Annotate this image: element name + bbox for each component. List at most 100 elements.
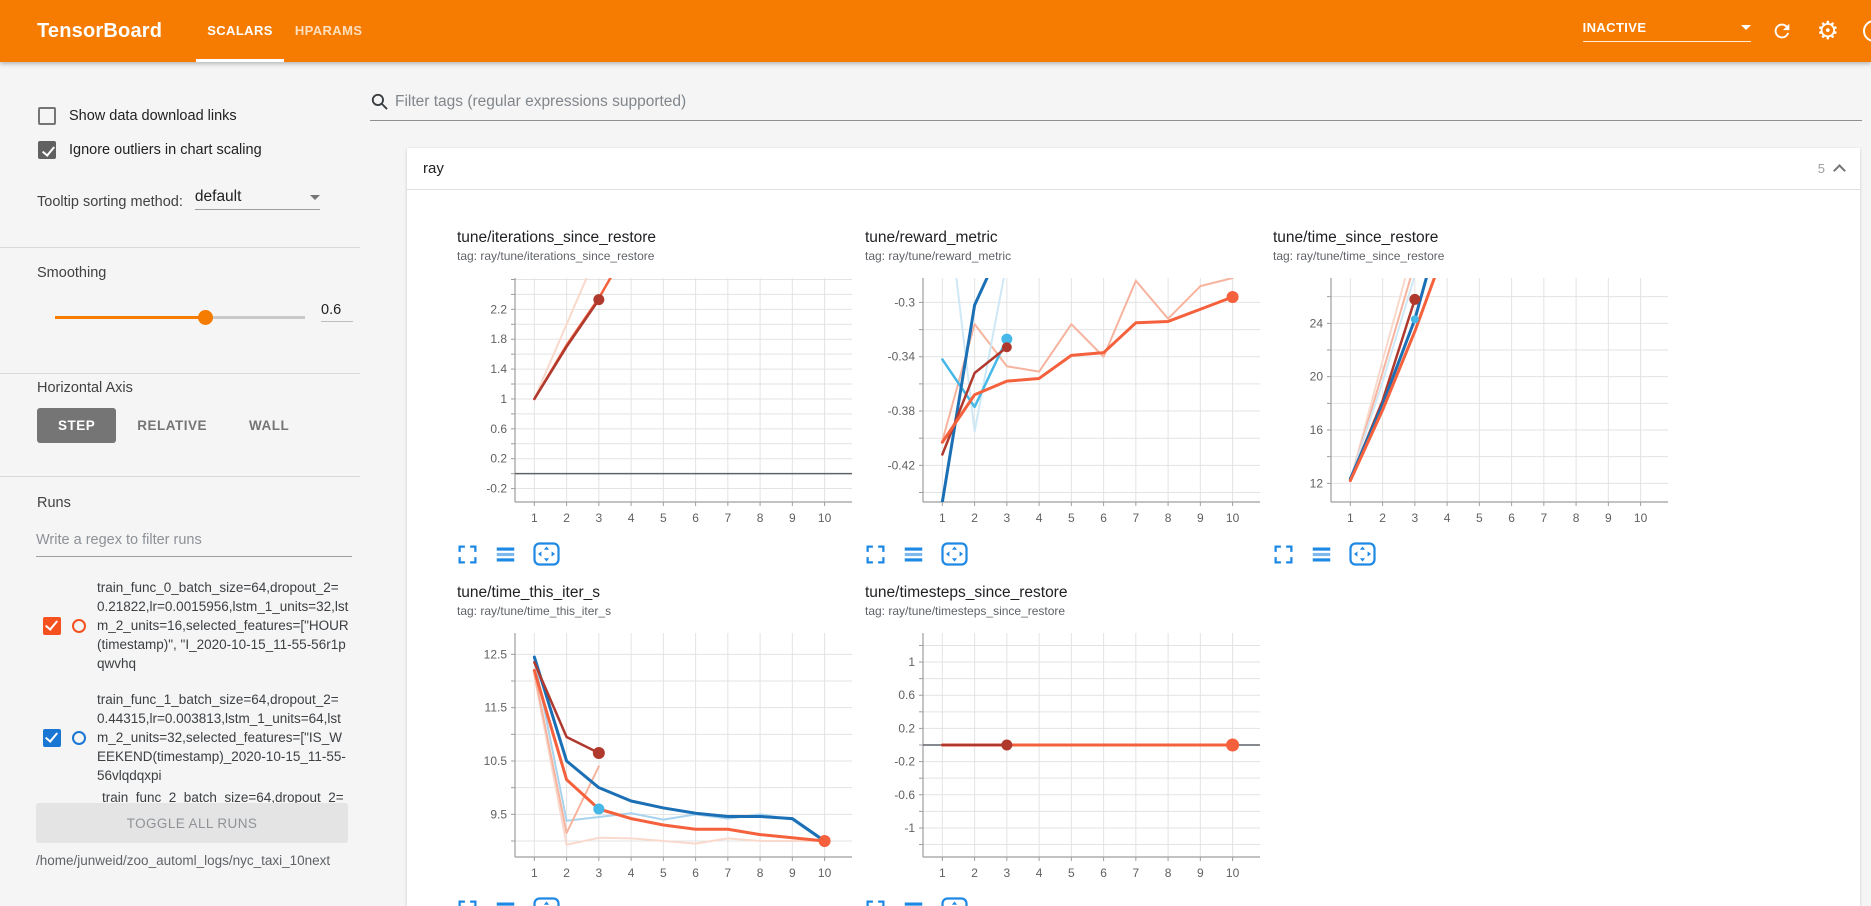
header-actions: INACTIVE ⚙	[1583, 19, 1871, 44]
svg-text:8: 8	[1165, 866, 1172, 880]
horizontal-axis-label: Horizontal Axis	[37, 380, 133, 396]
svg-text:7: 7	[724, 866, 731, 880]
chevron-up-icon[interactable]	[1833, 164, 1846, 177]
expand-icon[interactable]	[457, 899, 478, 906]
chart-card: tune/time_this_iter_stag: ray/tune/time_…	[457, 583, 865, 906]
tab-hparams[interactable]: HPARAMS	[284, 0, 374, 62]
svg-text:2: 2	[563, 866, 570, 880]
svg-text:1: 1	[908, 655, 915, 669]
tag-filter-input[interactable]	[395, 93, 1862, 111]
ignore-outliers-row: Ignore outliers in chart scaling	[38, 141, 262, 159]
chart-plot[interactable]: 12345678910-0.20.20.611.41.82.2	[457, 270, 865, 533]
chart-tag: tag: ray/tune/reward_metric	[865, 248, 1273, 264]
svg-text:9: 9	[1197, 866, 1204, 880]
chart-plot[interactable]: 12345678910-0.3-0.34-0.38-0.42	[865, 270, 1273, 533]
svg-text:11.5: 11.5	[485, 701, 508, 715]
plot-svg[interactable]: 12345678910-0.3-0.34-0.38-0.42	[865, 270, 1265, 528]
tag-group-count: 5	[1818, 161, 1825, 176]
svg-text:9: 9	[1197, 511, 1204, 525]
plot-svg[interactable]: 12345678910-0.20.20.611.41.82.2	[457, 270, 857, 528]
tooltip-sorting-dropdown[interactable]: default	[195, 188, 320, 210]
svg-text:1: 1	[531, 866, 538, 880]
svg-text:10: 10	[1226, 866, 1240, 880]
chart-toolbar	[457, 896, 865, 906]
tag-filter-field	[370, 92, 1862, 121]
fit-domain-icon[interactable]	[941, 897, 968, 906]
svg-text:1: 1	[500, 392, 507, 406]
svg-text:20: 20	[1310, 370, 1324, 384]
svg-text:10: 10	[1226, 511, 1240, 525]
svg-text:8: 8	[1165, 511, 1172, 525]
expand-icon[interactable]	[457, 544, 478, 565]
chart-card: tune/reward_metrictag: ray/tune/reward_m…	[865, 228, 1273, 567]
chart-toolbar	[457, 541, 865, 567]
svg-text:3: 3	[1004, 511, 1011, 525]
chevron-down-icon	[310, 195, 320, 200]
svg-text:0.2: 0.2	[490, 452, 507, 466]
reload-status-dropdown[interactable]: INACTIVE	[1583, 20, 1751, 42]
log-scale-icon[interactable]	[495, 544, 516, 565]
smoothing-slider[interactable]	[55, 309, 305, 325]
charts-grid: tune/iterations_since_restoretag: ray/tu…	[407, 190, 1717, 906]
svg-text:2: 2	[971, 511, 978, 525]
svg-text:9: 9	[1605, 511, 1612, 525]
plot-svg[interactable]: 1234567891012162024	[1273, 270, 1673, 528]
plot-svg[interactable]: 123456789109.510.511.512.5	[457, 625, 857, 883]
log-scale-icon[interactable]	[1311, 544, 1332, 565]
settings-gear-icon[interactable]: ⚙	[1817, 19, 1839, 44]
plot-svg[interactable]: 1234567891010.60.2-0.2-0.6-1	[865, 625, 1265, 883]
checkbox-label: Ignore outliers in chart scaling	[69, 142, 262, 158]
log-scale-icon[interactable]	[903, 899, 924, 906]
svg-text:10: 10	[1634, 511, 1648, 525]
svg-text:4: 4	[1036, 511, 1043, 525]
run-radio[interactable]	[72, 619, 86, 633]
expand-icon[interactable]	[865, 899, 886, 906]
slider-thumb[interactable]	[198, 310, 213, 325]
chart-plot[interactable]: 1234567891010.60.2-0.2-0.6-1	[865, 625, 1273, 888]
svg-text:2: 2	[563, 511, 570, 525]
run-checkbox[interactable]	[43, 617, 61, 635]
ignore-outliers-checkbox[interactable]	[38, 141, 56, 159]
svg-text:4: 4	[1444, 511, 1451, 525]
show-download-links-checkbox[interactable]	[38, 107, 56, 125]
svg-text:6: 6	[692, 866, 699, 880]
fit-domain-icon[interactable]	[941, 542, 968, 566]
svg-text:-0.42: -0.42	[888, 458, 916, 472]
reload-icon[interactable]	[1771, 20, 1793, 42]
runs-filter-input[interactable]	[36, 528, 352, 556]
expand-icon[interactable]	[865, 544, 886, 565]
log-scale-icon[interactable]	[495, 899, 516, 906]
run-radio[interactable]	[72, 731, 86, 745]
run-checkbox[interactable]	[43, 729, 61, 747]
tab-scalars[interactable]: SCALARS	[196, 0, 284, 62]
tag-group-header[interactable]: ray 5	[407, 148, 1860, 190]
runs-filter-field	[36, 528, 352, 557]
svg-text:2.2: 2.2	[490, 302, 507, 316]
axis-step-button[interactable]: STEP	[37, 408, 116, 443]
fit-domain-icon[interactable]	[533, 542, 560, 566]
app-header: TensorBoard SCALARS HPARAMS INACTIVE ⚙	[0, 0, 1871, 62]
show-download-links-row: Show data download links	[38, 107, 237, 125]
smoothing-value-input[interactable]: 0.6	[321, 302, 353, 322]
svg-text:7: 7	[1132, 511, 1139, 525]
svg-text:5: 5	[660, 511, 667, 525]
fit-domain-icon[interactable]	[1349, 542, 1376, 566]
chart-plot[interactable]: 123456789109.510.511.512.5	[457, 625, 865, 888]
toggle-all-runs-button[interactable]: TOGGLE ALL RUNS	[36, 803, 348, 843]
svg-text:1: 1	[531, 511, 538, 525]
fit-domain-icon[interactable]	[533, 897, 560, 906]
divider	[0, 373, 360, 374]
chart-title: tune/reward_metric	[865, 228, 1273, 248]
svg-text:3: 3	[596, 511, 603, 525]
log-scale-icon[interactable]	[903, 544, 924, 565]
svg-text:-0.38: -0.38	[888, 404, 916, 418]
chart-plot[interactable]: 1234567891012162024	[1273, 270, 1681, 533]
log-directory-path: /home/junweid/zoo_automl_logs/nyc_taxi_1…	[36, 851, 336, 870]
svg-text:6: 6	[1508, 511, 1515, 525]
help-icon[interactable]	[1863, 20, 1871, 42]
axis-relative-button[interactable]: RELATIVE	[116, 408, 228, 443]
svg-text:12.5: 12.5	[484, 647, 508, 661]
expand-icon[interactable]	[1273, 544, 1294, 565]
axis-wall-button[interactable]: WALL	[228, 408, 310, 443]
svg-text:2: 2	[1379, 511, 1386, 525]
